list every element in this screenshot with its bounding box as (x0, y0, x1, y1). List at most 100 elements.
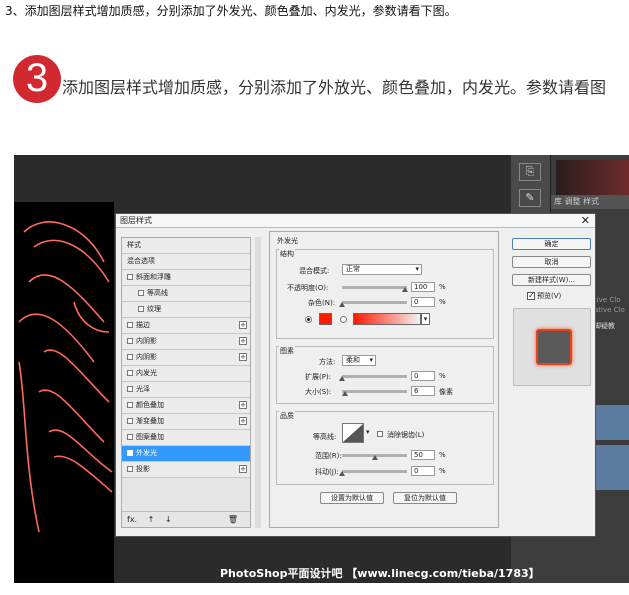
layer-style-dialog: 图层样式 ✕ 样式 混合选项 斜面和浮雕 等高线 纹理 描边 + 内阴影 + 内阴影 + 内发光 光泽颜… (115, 213, 596, 537)
style-item[interactable]: 光泽 (122, 382, 250, 398)
style-checkbox[interactable] (127, 466, 133, 472)
range-thumb[interactable] (372, 455, 378, 460)
preview-swatch (536, 329, 572, 365)
style-checkbox[interactable] (127, 386, 133, 392)
add-style-icon[interactable]: + (239, 417, 247, 425)
method-select[interactable]: 柔和 (342, 355, 376, 366)
style-checkbox[interactable] (127, 274, 133, 280)
jitter-field[interactable]: 0 (411, 466, 435, 476)
percent-label: % (439, 451, 446, 459)
jitter-thumb[interactable] (339, 471, 345, 476)
brush-tool-icon[interactable]: ✎ (519, 189, 541, 207)
style-item[interactable]: 混合选项 (122, 254, 250, 270)
opacity-thumb[interactable] (402, 287, 408, 292)
contour-preview[interactable] (342, 423, 364, 443)
contour-curve-icon (343, 424, 363, 442)
opacity-field[interactable]: 100 (411, 282, 435, 292)
jitter-slider[interactable] (339, 470, 407, 476)
move-up-icon[interactable]: ↑ (148, 515, 155, 524)
range-field[interactable]: 50 (411, 450, 435, 460)
noise-slider[interactable] (339, 301, 407, 307)
history-tool-icon[interactable]: ⎘ (519, 163, 541, 181)
size-thumb[interactable] (342, 391, 348, 396)
dialog-title: 图层样式 (116, 214, 595, 228)
close-icon[interactable]: ✕ (581, 214, 590, 228)
style-item[interactable]: 图案叠加 (122, 430, 250, 446)
preview-checkbox-icon[interactable]: ✓ (527, 292, 535, 300)
scrollbar[interactable] (255, 237, 261, 528)
add-style-icon[interactable]: + (239, 321, 247, 329)
style-item[interactable]: 内阴影 + (122, 334, 250, 350)
range-slider[interactable] (342, 454, 407, 460)
canvas-area (14, 202, 114, 583)
size-field[interactable]: 6 (411, 386, 435, 396)
spread-slider[interactable] (339, 375, 407, 381)
move-down-icon[interactable]: ↓ (165, 515, 172, 524)
style-item[interactable]: 等高线 (122, 286, 250, 302)
reset-default-button[interactable]: 复位为默认值 (393, 492, 457, 504)
style-item[interactable]: 纹理 (122, 302, 250, 318)
new-style-button[interactable]: 新建样式(W)... (512, 274, 591, 286)
panel-tabs[interactable]: 库 调整 样式 (551, 195, 629, 209)
gradient-radio[interactable] (340, 316, 347, 323)
style-checkbox[interactable] (127, 322, 133, 328)
style-item[interactable]: 渐变叠加 + (122, 414, 250, 430)
watermark-text: PhotoShop平面设计吧 【www.linecg.com/tieba/178… (220, 567, 540, 580)
fx-icon[interactable]: fx. (127, 515, 137, 524)
contour-label: 等高线: (313, 433, 337, 441)
style-checkbox[interactable] (127, 450, 133, 456)
style-item[interactable]: 斜面和浮雕 (122, 270, 250, 286)
style-item[interactable]: 内发光 (122, 366, 250, 382)
spread-thumb[interactable] (339, 376, 345, 381)
cancel-button[interactable]: 取消 (512, 256, 591, 268)
preview-toggle[interactable]: ✓ 预览(V) (527, 291, 561, 301)
style-item[interactable]: 内阴影 + (122, 350, 250, 366)
style-item-label: 纹理 (147, 305, 161, 313)
contour-dropdown-icon[interactable]: ▾ (366, 428, 370, 436)
ok-button[interactable]: 确定 (512, 238, 591, 250)
add-style-icon[interactable]: + (239, 465, 247, 473)
make-default-button[interactable]: 设置为默认值 (320, 492, 384, 504)
size-label: 大小(S): (305, 388, 332, 396)
add-style-icon[interactable]: + (239, 401, 247, 409)
style-checkbox[interactable] (127, 354, 133, 360)
style-checkbox[interactable] (127, 402, 133, 408)
style-item[interactable]: 外发光 (122, 446, 250, 462)
style-item-label: 样式 (127, 241, 141, 249)
color-radio[interactable] (305, 316, 312, 323)
styles-list: 样式 混合选项 斜面和浮雕 等高线 纹理 描边 + 内阴影 + 内阴影 + 内发光 光泽 颜色叠加 + 渐变叠… (121, 237, 251, 528)
opacity-slider[interactable] (342, 286, 408, 292)
antialias-checkbox[interactable] (377, 430, 386, 438)
style-checkbox[interactable] (138, 290, 144, 296)
style-checkbox[interactable] (127, 370, 133, 376)
trash-icon[interactable]: 🗑 (228, 512, 238, 527)
style-checkbox[interactable] (127, 434, 133, 440)
gradient-dropdown-icon[interactable]: ▾ (421, 313, 430, 325)
glow-color-swatch[interactable] (319, 313, 332, 325)
spread-field[interactable]: 0 (411, 371, 435, 381)
antialias-label: 消除锯齿(L) (387, 431, 425, 439)
cc-line-2: ative Clo (594, 306, 625, 314)
style-item-label: 混合选项 (127, 257, 155, 265)
style-item-label: 投影 (136, 465, 150, 473)
style-item[interactable]: 投影 + (122, 462, 250, 478)
elements-group: 图素 方法: 柔和 扩展(P): 0 % 大小(S): 6 像素 (276, 346, 494, 404)
elements-label: 图素 (279, 346, 295, 356)
noise-thumb[interactable] (339, 302, 345, 307)
size-slider[interactable] (342, 390, 407, 396)
style-item[interactable]: 颜色叠加 + (122, 398, 250, 414)
style-checkbox[interactable] (138, 306, 144, 312)
method-label: 方法: (319, 358, 336, 366)
style-checkbox[interactable] (127, 418, 133, 424)
style-checkbox[interactable] (127, 338, 133, 344)
blend-mode-select[interactable]: 正常 (342, 264, 422, 275)
style-item[interactable]: 描边 + (122, 318, 250, 334)
pixels-label: 像素 (439, 388, 453, 396)
add-style-icon[interactable]: + (239, 353, 247, 361)
style-item[interactable]: 样式 (122, 238, 250, 254)
noise-field[interactable]: 0 (411, 297, 435, 307)
add-style-icon[interactable]: + (239, 337, 247, 345)
gradient-swatch[interactable] (353, 313, 421, 325)
step-description: 添加图层样式增加质感，分别添加了外放光、颜色叠加，内发光。参数请看图 (62, 78, 607, 97)
style-item-label: 内阴影 (136, 337, 157, 345)
